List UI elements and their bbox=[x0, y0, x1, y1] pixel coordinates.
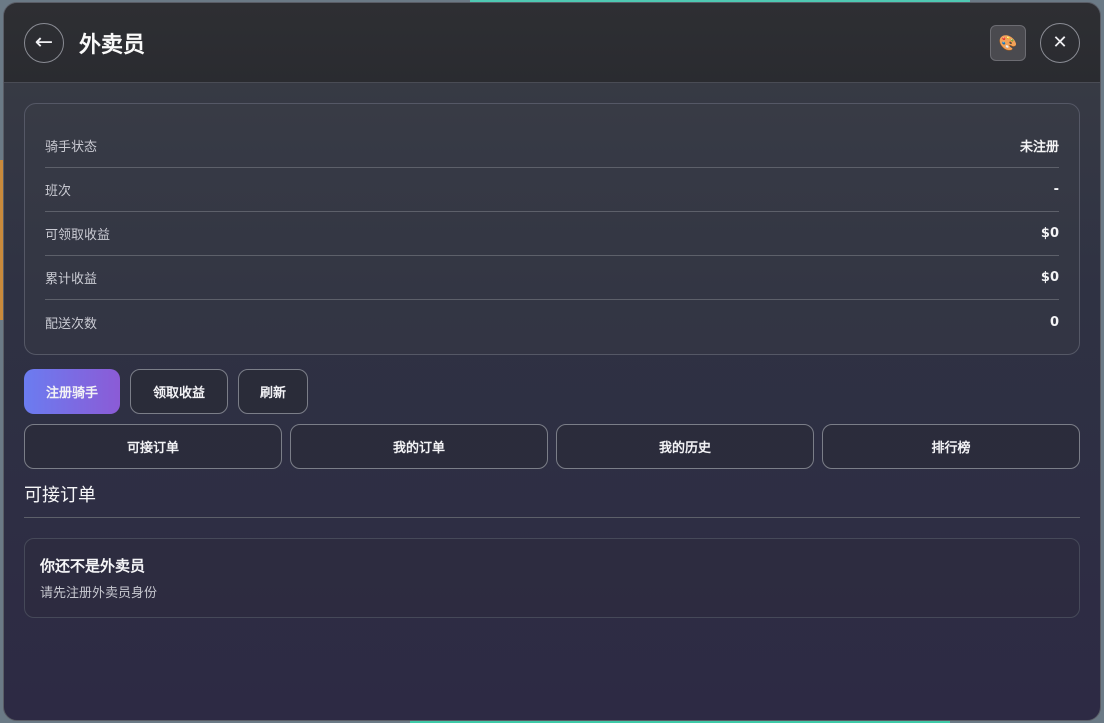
info-label: 班次 bbox=[45, 184, 72, 199]
rider-info-card: 骑手状态 未注册 班次 - 可领取收益 $0 累计收益 $0 配送次数 0 bbox=[24, 103, 1080, 355]
page-title: 外卖员 bbox=[79, 32, 146, 58]
tab-bar: 可接订单 我的订单 我的历史 排行榜 bbox=[24, 424, 1080, 469]
register-rider-button[interactable]: 注册骑手 bbox=[24, 369, 120, 414]
info-row-delivery-count: 配送次数 0 bbox=[45, 300, 1059, 344]
action-row: 注册骑手 领取收益 刷新 bbox=[24, 369, 1080, 414]
empty-state-card: 你还不是外卖员 请先注册外卖员身份 bbox=[24, 538, 1080, 618]
section-title: 可接订单 bbox=[24, 481, 1080, 518]
back-button[interactable]: ← bbox=[24, 22, 64, 63]
empty-state-title: 你还不是外卖员 bbox=[40, 557, 146, 575]
header: ← 外卖员 🎨 ✕ bbox=[4, 3, 1100, 83]
delivery-window: ← 外卖员 🎨 ✕ 骑手状态 未注册 班次 - 可领取收益 $0 累计收益 $0… bbox=[3, 2, 1101, 721]
info-label: 累计收益 bbox=[45, 272, 98, 287]
info-row-shift: 班次 - bbox=[45, 168, 1059, 212]
refresh-button[interactable]: 刷新 bbox=[238, 369, 308, 414]
tab-my-orders[interactable]: 我的订单 bbox=[290, 424, 548, 469]
arrow-left-icon: ← bbox=[34, 30, 54, 55]
palette-icon: 🎨 bbox=[998, 33, 1018, 52]
collect-earnings-button[interactable]: 领取收益 bbox=[130, 369, 228, 414]
info-row-total-earnings: 累计收益 $0 bbox=[45, 256, 1059, 300]
empty-state-subtitle: 请先注册外卖员身份 bbox=[40, 586, 158, 601]
info-label: 可领取收益 bbox=[45, 228, 111, 243]
info-label: 配送次数 bbox=[45, 316, 98, 332]
tab-available-orders[interactable]: 可接订单 bbox=[24, 424, 282, 469]
info-value: 未注册 bbox=[1019, 140, 1059, 155]
main-content: 骑手状态 未注册 班次 - 可领取收益 $0 累计收益 $0 配送次数 0 注册… bbox=[4, 83, 1100, 638]
close-button[interactable]: ✕ bbox=[1040, 22, 1080, 63]
theme-button[interactable]: 🎨 bbox=[990, 24, 1026, 61]
info-value: - bbox=[1053, 182, 1059, 197]
info-label: 骑手状态 bbox=[45, 140, 98, 155]
info-row-status: 骑手状态 未注册 bbox=[45, 124, 1059, 168]
tab-leaderboard[interactable]: 排行榜 bbox=[822, 424, 1080, 469]
tab-my-history[interactable]: 我的历史 bbox=[556, 424, 814, 469]
info-value: $0 bbox=[1040, 270, 1059, 285]
close-icon: ✕ bbox=[1052, 32, 1068, 53]
info-value: 0 bbox=[1049, 314, 1059, 330]
info-value: $0 bbox=[1040, 226, 1059, 241]
info-row-claimable-earnings: 可领取收益 $0 bbox=[45, 212, 1059, 256]
